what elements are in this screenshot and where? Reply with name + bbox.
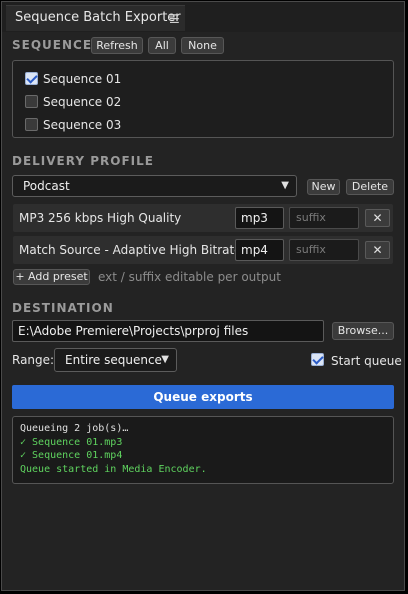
preset-name: MP3 256 kbps High Quality: [19, 211, 182, 225]
start-queue-label: Start queue: [331, 354, 402, 368]
sequence-list: Sequence 01 Sequence 02 Sequence 03: [12, 60, 394, 138]
range-select-value: Entire sequence: [65, 353, 162, 367]
queue-exports-button[interactable]: Queue exports: [12, 385, 394, 409]
range-select[interactable]: Entire sequence ▼: [54, 348, 177, 372]
sequence-checkbox[interactable]: [25, 118, 38, 131]
sequence-label: Sequence 02: [43, 95, 122, 109]
profile-select-value: Podcast: [23, 179, 70, 193]
panel-title: Sequence Batch Exporter: [15, 10, 181, 25]
sequences-heading: SEQUENCES: [12, 38, 102, 52]
preset-name: Match Source - Adaptive High Bitrate: [19, 243, 242, 257]
hamburger-menu-icon[interactable]: ☰: [169, 12, 180, 26]
suffix-input[interactable]: suffix: [289, 207, 359, 229]
sequence-label: Sequence 01: [43, 72, 122, 86]
chevron-down-icon: ▼: [161, 354, 169, 365]
profile-select[interactable]: Podcast ▼: [12, 175, 297, 197]
chevron-down-icon: ▼: [281, 180, 289, 191]
sequence-checkbox[interactable]: [25, 95, 38, 108]
remove-preset-button[interactable]: ✕: [365, 241, 390, 259]
destination-path-input[interactable]: E:\Adobe Premiere\Projects\prproj files: [12, 320, 324, 342]
panel-tab[interactable]: Sequence Batch Exporter ☰: [6, 5, 185, 31]
preset-row: Match Source - Adaptive High Bitrate mp4…: [13, 236, 393, 264]
add-preset-button[interactable]: + Add preset: [13, 269, 90, 285]
refresh-button[interactable]: Refresh: [91, 37, 143, 54]
browse-button[interactable]: Browse...: [332, 322, 394, 340]
select-all-button[interactable]: All: [148, 37, 176, 54]
extension-input[interactable]: mp4: [235, 239, 284, 261]
panel-titlebar: Sequence Batch Exporter ☰: [2, 2, 404, 32]
output-log: Queueing 2 job(s)… ✓ Sequence 01.mp3 ✓ S…: [12, 416, 394, 484]
sequence-label: Sequence 03: [43, 118, 122, 132]
exporter-panel: Sequence Batch Exporter ☰ SEQUENCES Refr…: [1, 1, 405, 591]
destination-heading: DESTINATION: [12, 301, 114, 315]
suffix-input[interactable]: suffix: [289, 239, 359, 261]
start-queue-checkbox[interactable]: [311, 353, 324, 366]
log-line: Queueing 2 job(s)…: [20, 423, 129, 434]
remove-preset-button[interactable]: ✕: [365, 209, 390, 227]
sequence-checkbox[interactable]: [25, 72, 38, 85]
log-line: ✓ Sequence 01.mp4: [20, 450, 123, 461]
preset-row: MP3 256 kbps High Quality mp3 suffix ✕: [13, 204, 393, 232]
preset-hint: ext / suffix editable per output: [98, 270, 281, 284]
select-none-button[interactable]: None: [181, 37, 224, 54]
log-line: ✓ Sequence 01.mp3: [20, 436, 123, 448]
start-queue-toggle[interactable]: Start queue: [311, 353, 402, 369]
delete-profile-button[interactable]: Delete: [346, 179, 394, 195]
log-line: Queue started in Media Encoder.: [20, 463, 207, 475]
extension-input[interactable]: mp3: [235, 207, 284, 229]
new-profile-button[interactable]: New: [307, 179, 340, 195]
range-label: Range:: [12, 353, 55, 367]
delivery-profile-heading: DELIVERY PROFILE: [12, 154, 154, 168]
